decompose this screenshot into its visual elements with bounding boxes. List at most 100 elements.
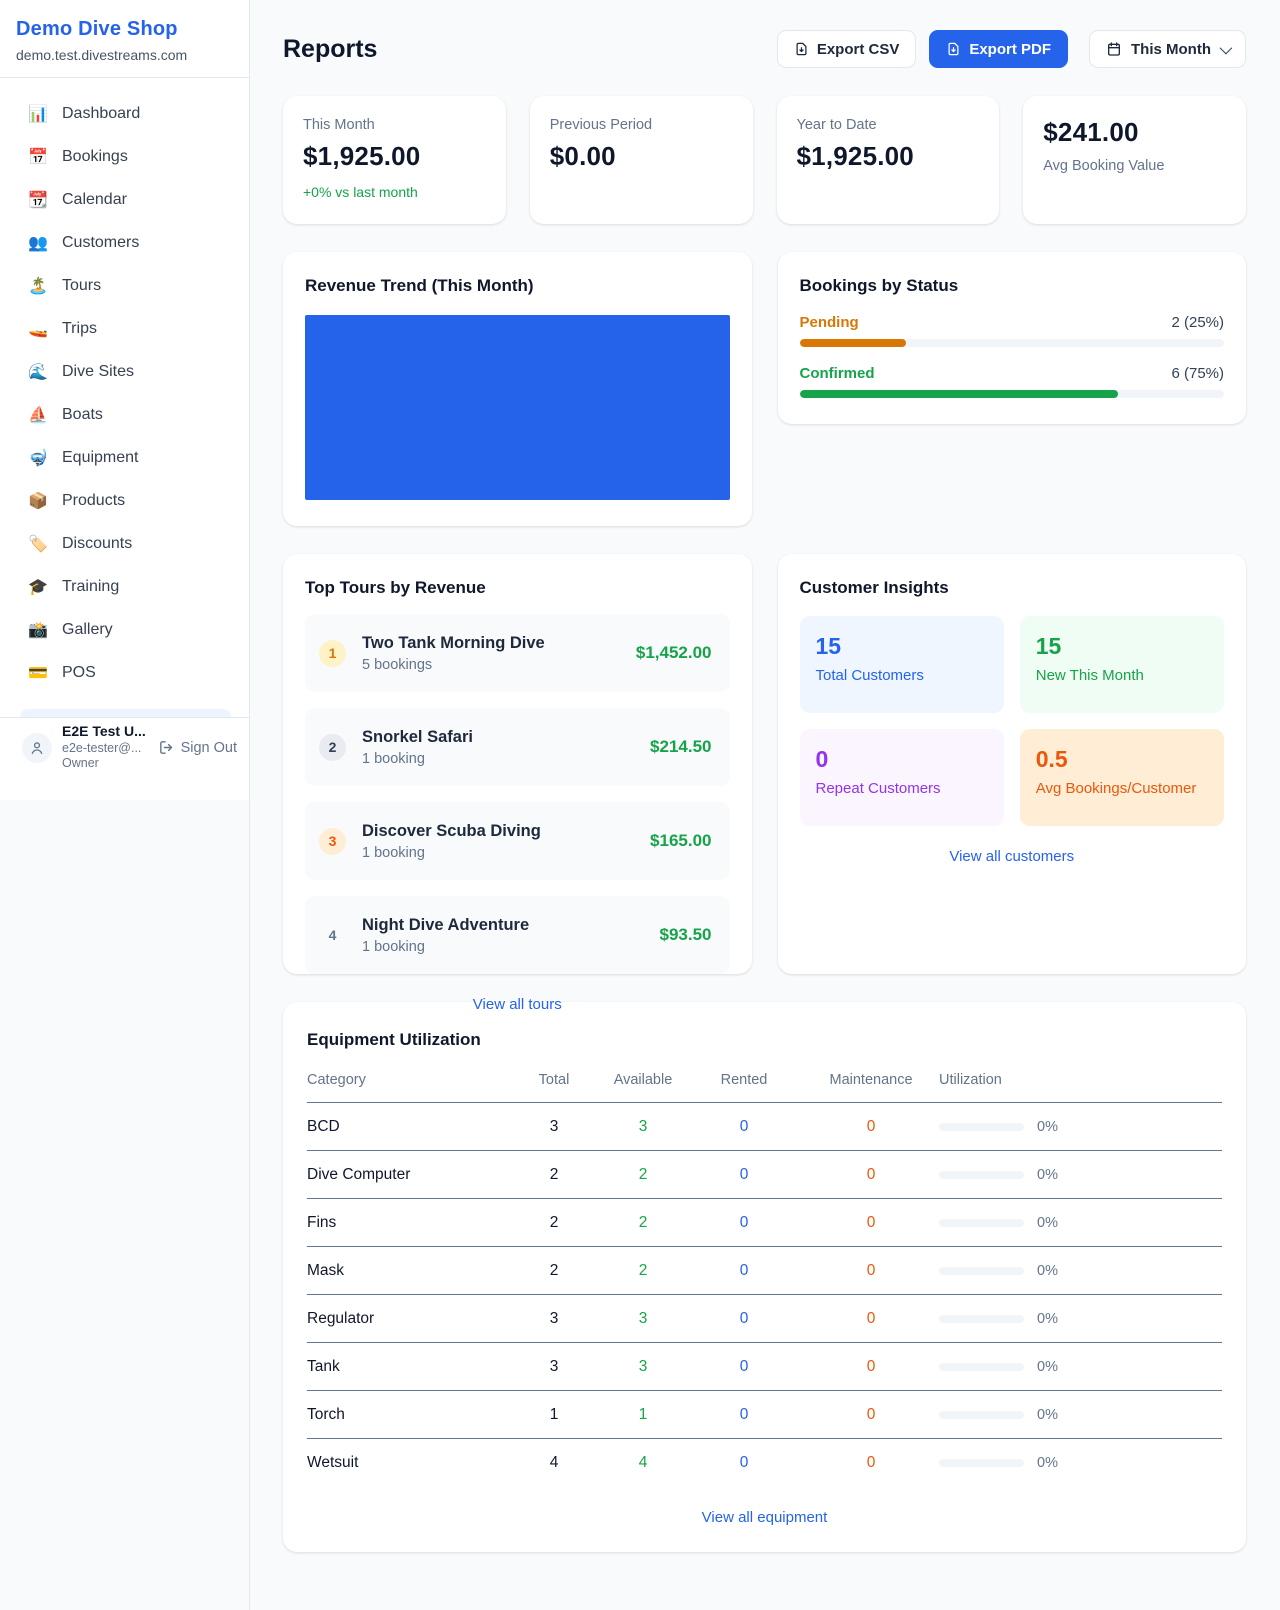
- tour-amount: $1,452.00: [636, 643, 712, 663]
- view-all-customers-link[interactable]: View all customers: [800, 848, 1225, 865]
- view-all-tours-link[interactable]: View all tours: [305, 996, 730, 1013]
- sidebar-item-gallery[interactable]: 📸Gallery: [8, 608, 241, 651]
- sidebar-item-discounts[interactable]: 🏷️Discounts: [8, 522, 241, 565]
- insight-value: 15: [816, 633, 988, 660]
- rank-badge: 2: [319, 734, 346, 761]
- main-header: Reports Export CSV: [283, 30, 1246, 68]
- equipment-row-bcd: BCD33000%: [307, 1103, 1222, 1151]
- customer-insights-title: Customer Insights: [800, 578, 1225, 598]
- equipment-category: Mask: [307, 1262, 507, 1280]
- stat-label: Year to Date: [797, 117, 980, 133]
- utilization-percent: 0%: [1037, 1119, 1058, 1135]
- bookings-by-status-card: Bookings by Status Pending2 (25%)Confirm…: [778, 252, 1247, 424]
- equipment-row-torch: Torch11000%: [307, 1391, 1222, 1439]
- period-dropdown[interactable]: This Month: [1089, 30, 1246, 68]
- export-csv-button[interactable]: Export CSV: [777, 30, 917, 68]
- stat-value: $1,925.00: [797, 141, 980, 172]
- equipment-total: 4: [507, 1454, 601, 1472]
- equipment-utilization: 0%: [939, 1407, 1222, 1423]
- sidebar-item-label: Trips: [62, 320, 97, 338]
- status-rows: Pending2 (25%)Confirmed6 (75%): [800, 314, 1225, 398]
- equipment-row-mask: Mask22000%: [307, 1247, 1222, 1295]
- utilization-track: [939, 1219, 1024, 1227]
- equipment-category: Dive Computer: [307, 1166, 507, 1184]
- sidebar-item-label: Training: [62, 578, 119, 596]
- equipment-available: 3: [601, 1310, 685, 1328]
- revenue-trend-chart: [305, 315, 730, 500]
- status-progress-track: [800, 339, 1225, 347]
- equipment-maintenance: 0: [803, 1262, 939, 1280]
- equipment-rented: 0: [685, 1118, 803, 1136]
- status-progress-fill: [800, 390, 1118, 398]
- sidebar-item-label: POS: [62, 664, 96, 682]
- export-pdf-button[interactable]: Export PDF: [929, 30, 1068, 68]
- sidebar-item-products[interactable]: 📦Products: [8, 479, 241, 522]
- tour-meta: Discover Scuba Diving1 booking: [362, 822, 541, 861]
- insight-box-new-this-month: 15New This Month: [1020, 616, 1224, 713]
- tour-list: 1Two Tank Morning Dive5 bookings$1,452.0…: [305, 614, 730, 974]
- sidebar-item-boats[interactable]: ⛵Boats: [8, 393, 241, 436]
- sidebar-nav: 📊Dashboard📅Bookings📆Calendar👥Customers🏝️…: [0, 78, 249, 694]
- customer-insights-card: Customer Insights 15Total Customers15New…: [778, 554, 1247, 974]
- shop-domain: demo.test.divestreams.com: [16, 47, 233, 63]
- equipment-rented: 0: [685, 1454, 803, 1472]
- tour-row-discover-scuba-diving: 3Discover Scuba Diving1 booking$165.00: [305, 802, 730, 880]
- utilization-track: [939, 1459, 1024, 1467]
- calendar-icon: [1106, 41, 1122, 57]
- lists-row: Top Tours by Revenue 1Two Tank Morning D…: [283, 554, 1246, 974]
- insight-grid: 15Total Customers15New This Month0Repeat…: [800, 616, 1225, 826]
- sidebar-item-label: Products: [62, 492, 125, 510]
- equipment-maintenance: 0: [803, 1118, 939, 1136]
- column-header-maintenance: Maintenance: [803, 1072, 939, 1088]
- sidebar-item-label: Customers: [62, 234, 139, 252]
- utilization-percent: 0%: [1037, 1263, 1058, 1279]
- sidebar-item-bookings[interactable]: 📅Bookings: [8, 135, 241, 178]
- tour-name: Discover Scuba Diving: [362, 822, 541, 841]
- export-pdf-label: Export PDF: [969, 41, 1051, 58]
- file-download-icon: [946, 41, 961, 57]
- insight-box-total-customers: 15Total Customers: [800, 616, 1004, 713]
- sidebar-item-trips[interactable]: 🚤Trips: [8, 307, 241, 350]
- sidebar-item-label: Dive Sites: [62, 363, 134, 381]
- sign-out-button[interactable]: Sign Out: [158, 739, 237, 756]
- sidebar-item-calendar[interactable]: 📆Calendar: [8, 178, 241, 221]
- equipment-total: 3: [507, 1358, 601, 1376]
- shop-name: Demo Dive Shop: [16, 18, 233, 41]
- sidebar-item-label: Gallery: [62, 621, 113, 639]
- stat-card-this-month: This Month$1,925.00+0% vs last month: [283, 96, 506, 224]
- sidebar-item-pos[interactable]: 💳POS: [8, 651, 241, 694]
- tour-name: Night Dive Adventure: [362, 916, 529, 935]
- sidebar-item-customers[interactable]: 👥Customers: [8, 221, 241, 264]
- sailboat-icon: ⛵: [28, 405, 48, 425]
- status-count: 6 (75%): [1171, 365, 1224, 382]
- sidebar-item-dashboard[interactable]: 📊Dashboard: [8, 92, 241, 135]
- sidebar-item-tours[interactable]: 🏝️Tours: [8, 264, 241, 307]
- status-row-confirmed: Confirmed6 (75%): [800, 365, 1225, 398]
- status-count: 2 (25%): [1171, 314, 1224, 331]
- sidebar-item-reports-partial[interactable]: [20, 709, 231, 717]
- export-csv-label: Export CSV: [817, 41, 900, 58]
- sidebar-item-training[interactable]: 🎓 Training: [8, 565, 241, 608]
- sidebar-item-dive-sites[interactable]: 🌊Dive Sites: [8, 350, 241, 393]
- view-all-equipment-link[interactable]: View all equipment: [307, 1509, 1222, 1526]
- sign-out-label: Sign Out: [181, 740, 237, 756]
- diving-mask-icon: 🤿: [28, 448, 48, 468]
- utilization-track: [939, 1363, 1024, 1371]
- person-icon: [29, 740, 45, 756]
- equipment-rented: 0: [685, 1310, 803, 1328]
- insight-label: Repeat Customers: [816, 780, 988, 797]
- stat-value: $0.00: [550, 141, 733, 172]
- tear-off-calendar-icon: 📆: [28, 190, 48, 210]
- tour-amount: $214.50: [650, 737, 711, 757]
- graduation-cap-icon: 🎓: [28, 577, 48, 597]
- stat-card-previous-period: Previous Period$0.00: [530, 96, 753, 224]
- equipment-category: Wetsuit: [307, 1454, 507, 1472]
- stat-value: $241.00: [1043, 117, 1226, 148]
- rank-badge: 4: [319, 922, 346, 949]
- equipment-utilization: 0%: [939, 1119, 1222, 1135]
- sidebar-item-equipment[interactable]: 🤿Equipment: [8, 436, 241, 479]
- tour-bookings: 1 booking: [362, 939, 529, 955]
- utilization-percent: 0%: [1037, 1311, 1058, 1327]
- equipment-maintenance: 0: [803, 1214, 939, 1232]
- equipment-available: 1: [601, 1406, 685, 1424]
